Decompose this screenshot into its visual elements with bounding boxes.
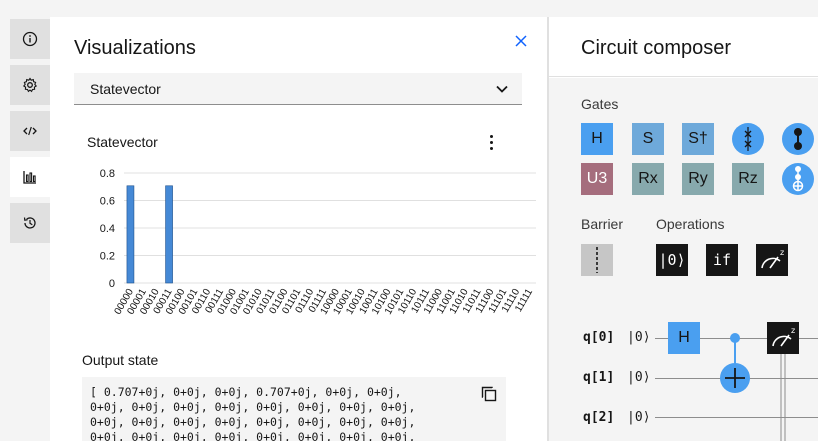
code-icon — [23, 126, 37, 136]
chevron-down-icon — [496, 85, 508, 93]
visualizations-button[interactable] — [10, 157, 50, 197]
visualization-select[interactable]: Statevector — [74, 73, 522, 105]
y-tick-label: 0 — [109, 278, 115, 290]
barrier-button[interactable] — [581, 244, 613, 276]
if-button[interactable]: if — [706, 244, 738, 276]
barrier-label: Barrier — [581, 216, 624, 232]
composer-title: Circuit composer — [581, 37, 732, 59]
panel-title: Visualizations — [74, 37, 196, 59]
gate-s[interactable]: S — [632, 123, 664, 155]
info-button[interactable] — [10, 19, 50, 59]
history-button[interactable] — [10, 203, 50, 243]
info-icon — [22, 31, 38, 47]
svg-text:z: z — [780, 248, 784, 257]
gate-ccx[interactable] — [782, 163, 814, 195]
bar — [126, 185, 135, 284]
qubit-init-q0: |0⟩ — [627, 330, 651, 345]
circuit-composer-panel: Circuit composer Gates H S S† U3 Rx Ry R… — [549, 17, 818, 441]
top-strip — [0, 0, 818, 17]
controlled-z-icon — [794, 128, 802, 150]
select-value: Statevector — [90, 80, 161, 97]
visualizations-panel: Visualizations Statevector Statevector 0… — [50, 17, 547, 441]
y-tick-label: 0.2 — [100, 251, 115, 263]
operations-label: Operations — [656, 216, 725, 232]
measure-icon: z — [761, 248, 784, 269]
output-state-text: [ 0.707+0j, 0+0j, 0+0j, 0.707+0j, 0+0j, … — [90, 385, 416, 441]
control-dot-icon — [730, 333, 740, 343]
gate-rz[interactable]: Rz — [732, 163, 764, 195]
code-button[interactable] — [10, 111, 50, 151]
copy-icon[interactable] — [480, 385, 498, 403]
gate-cz[interactable] — [782, 123, 814, 155]
circuit-cnot[interactable] — [717, 328, 757, 398]
qubit-init-q1: |0⟩ — [627, 370, 651, 385]
qubit-init-q2: |0⟩ — [627, 410, 651, 425]
qubit-label-q0: q[0] — [583, 330, 615, 345]
output-state-label: Output state — [82, 352, 159, 368]
toffoli-icon — [792, 166, 804, 192]
composer-body: Gates H S S† U3 Rx Ry Rz Barrier Operati… — [549, 78, 818, 441]
gate-rx[interactable]: Rx — [632, 163, 664, 195]
gear-icon — [22, 77, 38, 93]
bar — [165, 185, 173, 284]
y-tick-label: 0.6 — [100, 196, 115, 208]
gates-label: Gates — [581, 96, 619, 112]
gate-h[interactable]: H — [581, 123, 613, 155]
gate-u3[interactable]: U3 — [581, 163, 613, 195]
overflow-menu-icon[interactable] — [486, 135, 496, 153]
qubit-label-q1: q[1] — [583, 370, 615, 385]
left-rail — [0, 17, 50, 441]
output-state-box: [ 0.707+0j, 0+0j, 0+0j, 0.707+0j, 0+0j, … — [82, 377, 506, 441]
gate-swap[interactable] — [732, 123, 764, 155]
swap-icon — [744, 127, 752, 151]
circuit-measure[interactable]: z — [767, 322, 818, 441]
reset-button[interactable]: |0⟩ — [656, 244, 688, 276]
y-tick-label: 0.4 — [100, 223, 115, 235]
gate-ry[interactable]: Ry — [682, 163, 714, 195]
qubit-label-q2: q[2] — [583, 410, 615, 425]
svg-text:z: z — [791, 326, 795, 335]
chart-title: Statevector — [87, 134, 158, 150]
y-tick-label: 0.8 — [100, 168, 115, 180]
barrier-icon — [596, 247, 598, 273]
history-icon — [23, 217, 36, 229]
circuit-h-gate[interactable]: H — [668, 322, 700, 354]
statevector-chart: 00.20.40.60.8000000000100010000110010000… — [100, 168, 536, 317]
close-icon[interactable] — [513, 33, 529, 49]
bar-chart-icon — [23, 171, 36, 184]
gate-sdg[interactable]: S† — [682, 123, 714, 155]
composer-header: Circuit composer — [549, 17, 818, 77]
settings-button[interactable] — [10, 65, 50, 105]
measure-button[interactable]: z — [756, 244, 788, 276]
